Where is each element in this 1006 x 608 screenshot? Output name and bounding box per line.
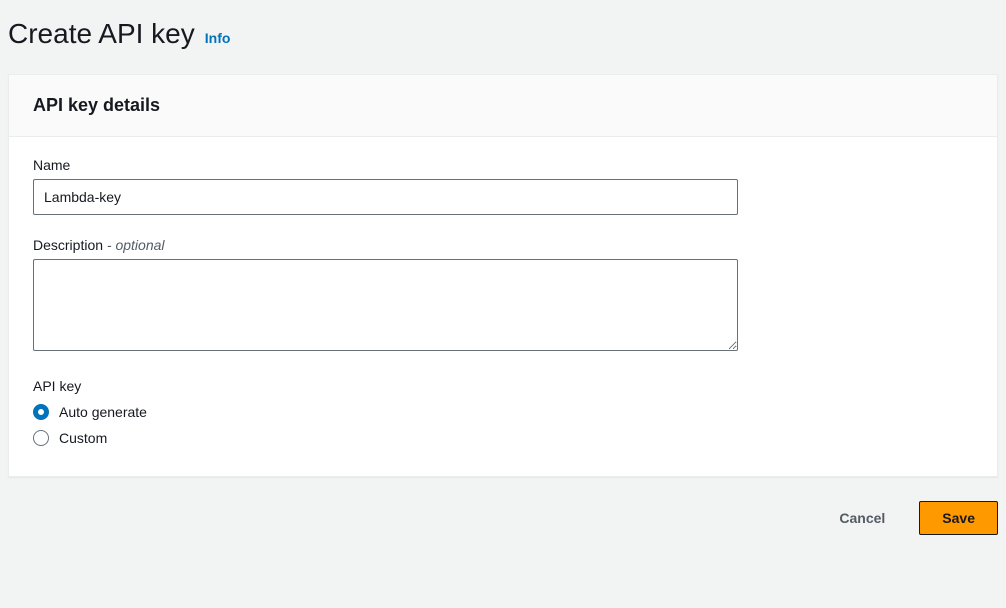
name-input[interactable] xyxy=(33,179,738,215)
radio-selected-icon xyxy=(33,404,49,420)
page-title: Create API key xyxy=(8,18,195,50)
api-key-label: API key xyxy=(33,378,973,394)
radio-custom-label: Custom xyxy=(59,430,107,446)
radio-auto-generate-label: Auto generate xyxy=(59,404,147,420)
page-header: Create API key Info xyxy=(0,0,1006,74)
description-form-group: Description - optional xyxy=(33,237,973,356)
api-key-details-panel: API key details Name Description - optio… xyxy=(8,74,998,477)
name-form-group: Name xyxy=(33,157,973,215)
description-label: Description - optional xyxy=(33,237,973,253)
description-label-text: Description xyxy=(33,237,103,253)
button-row: Cancel Save xyxy=(0,477,1006,535)
radio-auto-generate[interactable]: Auto generate xyxy=(33,404,973,420)
panel-body: Name Description - optional API key Auto… xyxy=(9,137,997,476)
radio-custom[interactable]: Custom xyxy=(33,430,973,446)
panel-title: API key details xyxy=(33,95,973,116)
radio-unselected-icon xyxy=(33,430,49,446)
info-link[interactable]: Info xyxy=(205,30,231,46)
panel-header: API key details xyxy=(9,75,997,137)
api-key-radio-group: Auto generate Custom xyxy=(33,404,973,446)
description-optional-text: - optional xyxy=(103,237,164,253)
save-button[interactable]: Save xyxy=(919,501,998,535)
api-key-form-group: API key Auto generate Custom xyxy=(33,378,973,446)
description-textarea[interactable] xyxy=(33,259,738,351)
cancel-button[interactable]: Cancel xyxy=(817,501,907,535)
name-label: Name xyxy=(33,157,973,173)
